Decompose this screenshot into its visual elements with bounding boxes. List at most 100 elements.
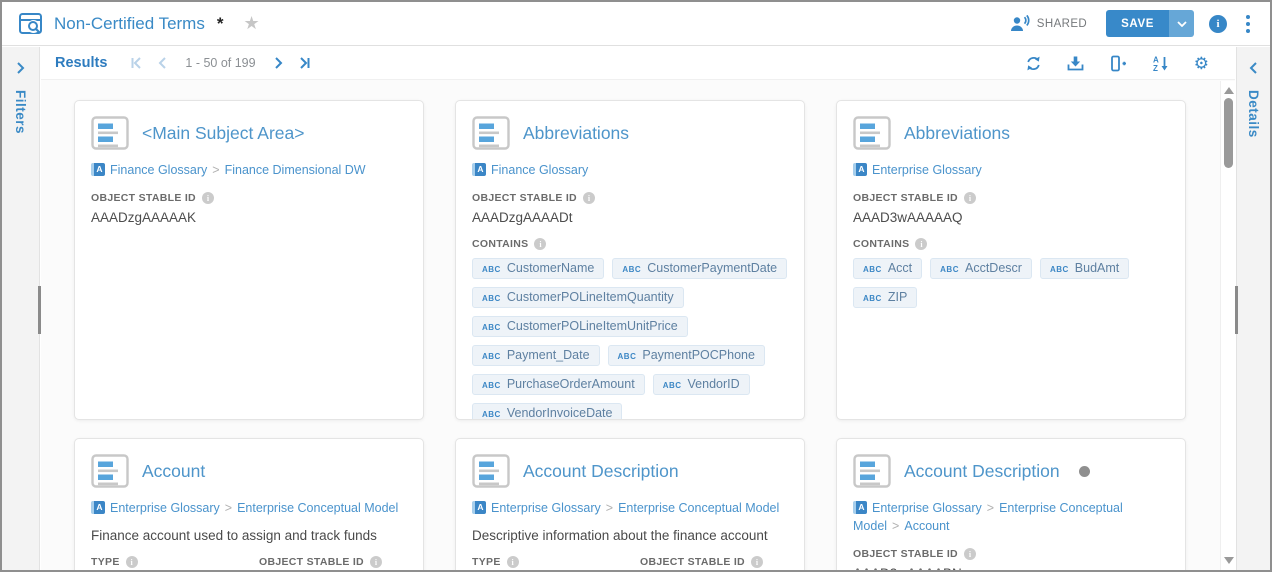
add-card-icon[interactable] (1109, 55, 1127, 72)
vertical-scrollbar[interactable] (1220, 81, 1235, 570)
card-fields: TYPEiEntityOBJECT STABLE IDiAAAD3wAAAABC (91, 556, 407, 570)
contains-label: CONTAINS (853, 238, 909, 250)
term-chip[interactable]: ABCCustomerPOLineItemUnitPrice (472, 316, 688, 337)
term-card[interactable]: <Main Subject Area> AFinance Glossary>Fi… (74, 100, 424, 420)
term-icon (91, 116, 129, 150)
card-field: OBJECT STABLE IDiAAADzgAAAADt (472, 192, 788, 225)
term-chip-label: PurchaseOrderAmount (507, 377, 635, 391)
scroll-down-arrow-icon[interactable] (1224, 557, 1234, 564)
term-card[interactable]: Account Description AEnterprise Glossary… (455, 438, 805, 570)
filters-panel-label[interactable]: Filters (13, 90, 28, 134)
download-icon[interactable] (1067, 55, 1084, 72)
term-chip[interactable]: ABCVendorInvoiceDate (472, 403, 622, 420)
abc-type-icon: ABC (482, 294, 501, 303)
contains-label: CONTAINS (472, 238, 528, 250)
refresh-icon[interactable] (1025, 55, 1042, 72)
expand-filters-chevron-icon[interactable] (16, 61, 25, 80)
breadcrumb-link[interactable]: Enterprise Glossary (872, 163, 982, 177)
breadcrumb-link[interactable]: Finance Glossary (110, 163, 207, 177)
details-panel-label[interactable]: Details (1246, 90, 1261, 138)
breadcrumb-link[interactable]: Enterprise Conceptual Model (618, 501, 779, 515)
abc-type-icon: ABC (622, 265, 641, 274)
contains-chips: ABCCustomerNameABCCustomerPaymentDateABC… (472, 258, 788, 420)
term-chip[interactable]: ABC CustomerName (472, 258, 604, 279)
info-icon: i (583, 192, 595, 204)
title-bar: Non-Certified Terms * ★ SHARED SAVE (2, 2, 1270, 46)
favorite-star-icon[interactable]: ★ (243, 13, 259, 34)
pagination-range: 1 - 50 of 199 (185, 56, 255, 70)
results-tab[interactable]: Results (55, 55, 107, 71)
info-icon: i (964, 548, 976, 560)
card-title[interactable]: Account Description (523, 461, 679, 482)
card-title[interactable]: Abbreviations (904, 123, 1010, 144)
term-icon (91, 454, 129, 488)
term-card[interactable]: Account AEnterprise Glossary>Enterprise … (74, 438, 424, 570)
card-title[interactable]: Abbreviations (523, 123, 629, 144)
expand-details-chevron-icon[interactable] (1249, 61, 1258, 80)
term-card[interactable]: Abbreviations AFinance Glossary OBJECT S… (455, 100, 805, 420)
last-page-icon[interactable] (298, 56, 312, 70)
term-chip[interactable]: ABCZIP (853, 287, 917, 308)
card-fields: OBJECT STABLE IDiAAADzgAAAADt (472, 192, 788, 225)
card-title[interactable]: <Main Subject Area> (142, 123, 304, 144)
term-card[interactable]: Abbreviations A Enterprise Glossary OBJEC… (836, 100, 1186, 420)
term-chip[interactable]: ABCPurchaseOrderAmount (472, 374, 645, 395)
term-chip-label: CustomerName (507, 261, 595, 275)
card-grid: <Main Subject Area> AFinance Glossary>Fi… (41, 80, 1235, 570)
save-button[interactable]: SAVE (1106, 10, 1169, 37)
term-chip-label: Acct (888, 261, 912, 275)
card-field: OBJECT STABLE IDiAAAD3wAAAABC (259, 556, 407, 570)
scrollbar-thumb[interactable] (1224, 98, 1233, 168)
term-chip[interactable]: ABCVendorID (653, 374, 750, 395)
term-chip-label: CustomerPOLineItemUnitPrice (507, 319, 678, 333)
scroll-up-arrow-icon[interactable] (1224, 87, 1234, 94)
next-page-icon[interactable] (274, 56, 284, 70)
contains-chips: ABCAcct ABCAcctDescr ABC BudAmt ABCZIP (853, 258, 1169, 308)
card-breadcrumb: A Enterprise Glossary (853, 161, 1169, 179)
term-chip[interactable]: ABCPaymentPOCPhone (608, 345, 765, 366)
breadcrumb-link[interactable]: Account (904, 519, 949, 533)
first-page-icon[interactable] (129, 56, 143, 70)
card-field: OBJECT STABLE IDiAAADzgAAAAAK (91, 192, 407, 225)
term-chip[interactable]: ABCAcctDescr (930, 258, 1032, 279)
term-chip[interactable]: ABCAcct (853, 258, 922, 279)
term-chip[interactable]: ABCCustomerPaymentDate (612, 258, 787, 279)
breadcrumb-link[interactable]: Enterprise Glossary (491, 501, 601, 515)
breadcrumb-link[interactable]: Enterprise Glossary (872, 501, 982, 515)
card-field: OBJECT STABLE IDiAAAD3wAAAABN (853, 548, 1169, 570)
info-icon[interactable]: i (1209, 15, 1227, 33)
filters-panel: Filters (2, 47, 40, 570)
prev-page-icon[interactable] (157, 56, 167, 70)
card-fields: TYPEiAttributeOBJECT STABLE IDiAAAD3wAAA… (472, 556, 788, 570)
card-field: OBJECT STABLE IDiAAAD3wAAAAAQ (853, 192, 1169, 225)
glossary-icon: A (91, 501, 105, 514)
settings-gear-icon[interactable]: ⚙ (1194, 55, 1209, 72)
breadcrumb-link[interactable]: Enterprise Conceptual Model (237, 501, 398, 515)
sort-az-icon[interactable]: A Z (1152, 55, 1169, 72)
term-chip[interactable]: ABCCustomerPOLineItemQuantity (472, 287, 684, 308)
glossary-icon: A (853, 163, 867, 176)
more-options-icon[interactable] (1242, 13, 1254, 35)
results-bar: Results 1 - 50 of 199 (41, 47, 1235, 80)
term-chip-label: ZIP (888, 290, 907, 304)
info-icon: i (202, 192, 214, 204)
term-chip[interactable]: ABC BudAmt (1040, 258, 1129, 279)
breadcrumb-link[interactable]: Finance Dimensional DW (225, 163, 366, 177)
term-chip-label: BudAmt (1075, 261, 1119, 275)
card-title[interactable]: Account (142, 461, 205, 482)
term-chip-label: VendorInvoiceDate (507, 406, 613, 420)
card-fields: OBJECT STABLE IDiAAADzgAAAAAK (91, 192, 407, 225)
term-card[interactable]: Account Description AEnterprise Glossary… (836, 438, 1186, 570)
abc-type-icon: ABC (1050, 265, 1069, 274)
save-button-group: SAVE (1106, 10, 1194, 37)
info-icon: i (534, 238, 546, 250)
save-dropdown-button[interactable] (1169, 10, 1194, 37)
card-title[interactable]: Account Description (904, 461, 1060, 482)
abc-type-icon: ABC (482, 265, 501, 274)
abc-type-icon: ABC (482, 352, 501, 361)
unsaved-changes-marker: * (217, 14, 224, 34)
term-chip[interactable]: ABCPayment_Date (472, 345, 600, 366)
breadcrumb-link[interactable]: Finance Glossary (491, 163, 588, 177)
breadcrumb-link[interactable]: Enterprise Glossary (110, 501, 220, 515)
term-chip-label: VendorID (688, 377, 740, 391)
